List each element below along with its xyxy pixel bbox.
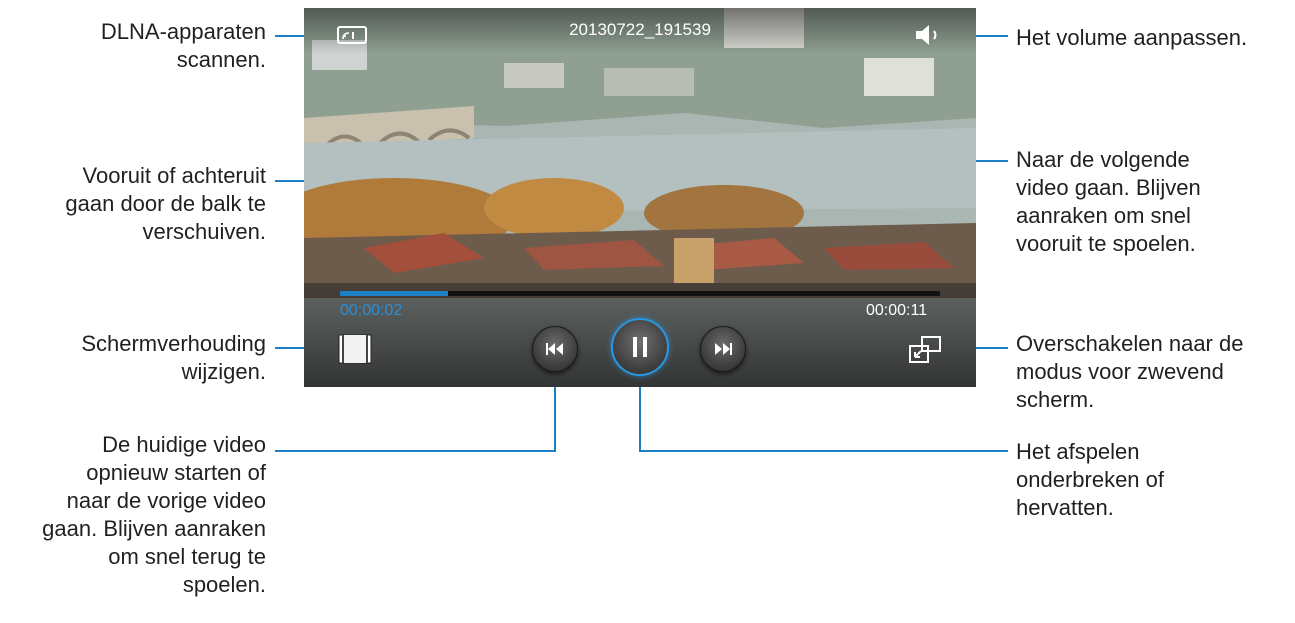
seek-bar[interactable] (340, 291, 940, 296)
aspect-ratio-icon (338, 334, 372, 364)
pause-icon (633, 337, 647, 357)
elapsed-time: 00:00:02 (340, 302, 403, 319)
annotation-seek: Vooruit of achteruit gaan door de balk t… (65, 163, 266, 244)
aspect-ratio-button[interactable] (338, 334, 372, 364)
annotation-dlna: DLNA-apparaten scannen. (100, 19, 266, 72)
skip-next-icon (715, 343, 732, 355)
video-title: 20130722_191539 (569, 20, 711, 39)
annotation-aspect: Schermverhouding wijzigen. (81, 331, 266, 384)
skip-previous-icon (546, 343, 563, 355)
pause-button[interactable] (611, 318, 669, 376)
annotation-next: Naar de volgende video gaan. Blijven aan… (1016, 147, 1201, 256)
annotation-popup: Overschakelen naar de modus voor zwevend… (1016, 331, 1244, 412)
annotation-volume: Het volume aanpassen. (1016, 25, 1248, 50)
previous-button[interactable] (532, 326, 578, 372)
popup-window-button[interactable] (908, 336, 942, 364)
annotation-previous: De huidige video opnieuw starten of naar… (42, 432, 266, 597)
popup-window-icon (909, 336, 941, 363)
speaker-icon[interactable] (914, 24, 946, 46)
next-button[interactable] (700, 326, 746, 372)
leader-line-previous-h (275, 450, 556, 452)
video-player[interactable]: 20130722_191539 00:00:02 00:00:11 (304, 8, 976, 387)
annotation-pause: Het afspelen onderbreken of hervatten. (1016, 439, 1164, 520)
total-time: 00:00:11 (866, 302, 928, 319)
leader-line-pause-h (640, 450, 1008, 452)
seek-bar-fill (340, 291, 448, 296)
